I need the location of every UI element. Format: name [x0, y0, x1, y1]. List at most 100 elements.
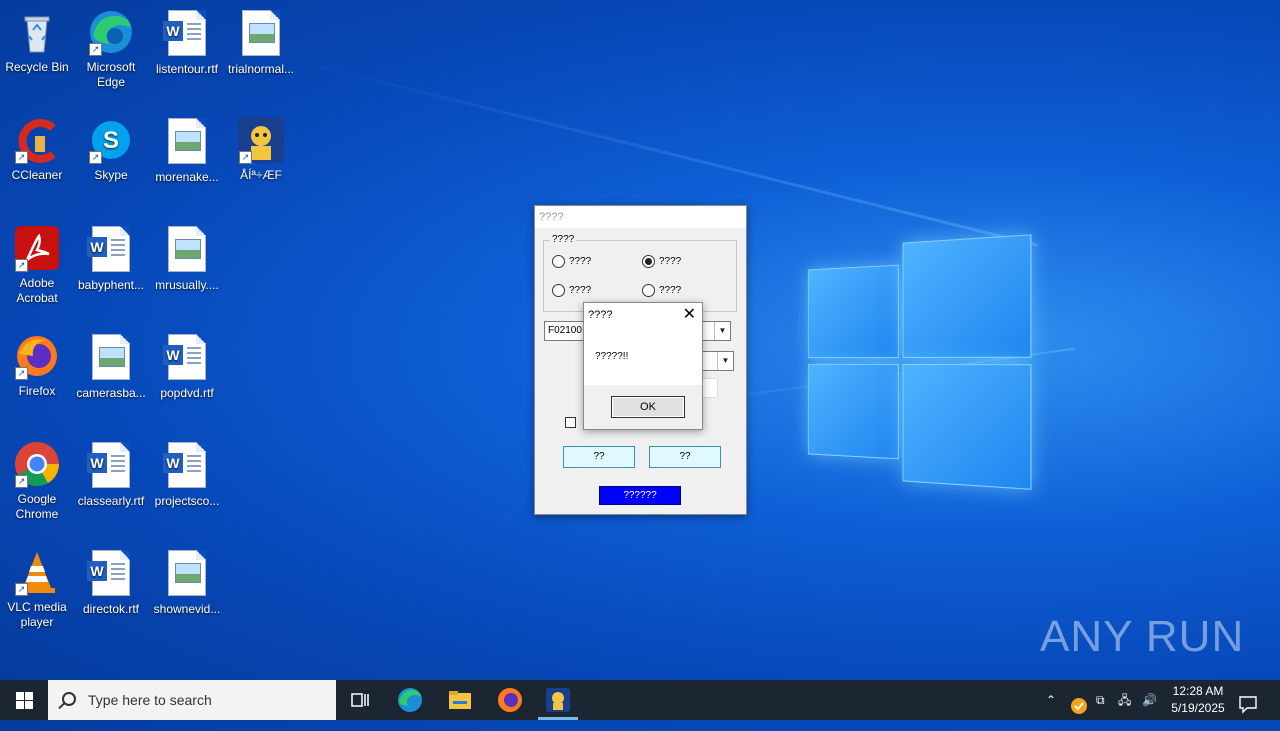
word-document-icon: W: [163, 442, 211, 490]
icon-label: trialnormal...: [227, 62, 295, 76]
edge-taskbar-icon[interactable]: [396, 686, 424, 714]
tray-device-icon[interactable]: ⧉: [1096, 680, 1105, 720]
image-file-icon: [163, 226, 211, 274]
icon-label: camerasba...: [76, 386, 146, 400]
windows-logo-wallpaper: [807, 234, 1032, 490]
clock-time: 12:28 AM: [1172, 684, 1224, 698]
shortcut-arrow-icon: ↗: [89, 43, 102, 56]
tray-overflow-icon[interactable]: ⌃: [1046, 680, 1056, 720]
shortcut-arrow-icon: ↗: [239, 151, 252, 164]
taskbar-clock[interactable]: 12:28 AM 5/19/2025: [1160, 683, 1236, 717]
radio-option-2[interactable]: ????: [642, 255, 681, 268]
volume-icon[interactable]: 🔊: [1142, 680, 1157, 720]
desktop-icon-microsoft-edge[interactable]: ↗ Microsoft Edge: [74, 8, 148, 90]
status-label: ??????: [599, 486, 681, 505]
image-file-icon: [237, 10, 285, 58]
group-label: ????: [550, 234, 577, 245]
icon-label: VLC media player: [7, 600, 67, 629]
radio-label: ????: [569, 285, 592, 296]
desktop-icon-projectsco[interactable]: W projectsco...: [150, 440, 224, 509]
taskbar: Type here to search ⌃ ⧉ 🖧 🔊 12:28 AM 5/1…: [0, 680, 1280, 720]
icon-label: Google Chrome: [15, 492, 59, 521]
windows-logo-icon: [16, 692, 24, 700]
icon-label: Skype: [94, 168, 128, 182]
tray-app-icon[interactable]: [1070, 691, 1088, 714]
icon-label: projectsco...: [154, 494, 220, 508]
radio-label: ????: [659, 285, 682, 296]
desktop-icon-mrusually[interactable]: mrusually....: [150, 224, 224, 293]
desktop-icon-listentour[interactable]: W listentour.rtf: [150, 8, 224, 77]
network-icon[interactable]: 🖧: [1118, 680, 1131, 720]
desktop-icon-directok[interactable]: W directok.rtf: [74, 548, 148, 617]
icon-label: popdvd.rtf: [160, 386, 214, 400]
desktop-icon-classearly[interactable]: W classearly.rtf: [74, 440, 148, 509]
desktop-icon-babyphent[interactable]: W babyphent...: [74, 224, 148, 293]
close-icon[interactable]: ✕: [683, 303, 696, 327]
radio-option-4[interactable]: ????: [642, 284, 681, 297]
word-document-icon: W: [87, 550, 135, 598]
icon-label: Firefox: [18, 384, 56, 398]
radio-option-3[interactable]: ????: [552, 284, 591, 297]
desktop-icon-ccleaner[interactable]: ↗ CCleaner: [0, 116, 74, 183]
icon-label: CCleaner: [11, 168, 63, 182]
desktop-icon-morenake[interactable]: morenake...: [150, 116, 224, 185]
icon-label: Adobe Acrobat: [16, 276, 58, 305]
word-document-icon: W: [87, 442, 135, 490]
desktop-icon-firefox[interactable]: ↗ Firefox: [0, 332, 74, 399]
shortcut-arrow-icon: ↗: [15, 367, 28, 380]
svg-text:S: S: [103, 127, 119, 154]
message-box-footer: OK: [584, 385, 702, 429]
message-text: ?????!!: [595, 351, 629, 362]
radio-label: ????: [659, 256, 682, 267]
dropdown-arrow-icon[interactable]: ▼: [717, 352, 733, 370]
radio-circle-checked-icon: [642, 255, 655, 268]
file-explorer-icon[interactable]: [446, 686, 474, 714]
desktop-icon-app-shortcut[interactable]: ↗ ÅÍª÷ÆF: [224, 116, 298, 183]
desktop-icon-shownevid[interactable]: shownevid...: [150, 548, 224, 617]
app-taskbar-icon[interactable]: [544, 686, 572, 714]
desktop-icon-google-chrome[interactable]: ↗ Google Chrome: [0, 440, 74, 522]
ccleaner-icon: ↗: [13, 116, 61, 164]
message-box[interactable]: ???? ✕ ?????!! OK: [583, 302, 703, 430]
combo-value: F02100: [548, 325, 582, 336]
desktop-icon-popdvd[interactable]: W popdvd.rtf: [150, 332, 224, 401]
firefox-taskbar-icon[interactable]: [496, 686, 524, 714]
ok-button[interactable]: OK: [611, 396, 685, 418]
icon-label: classearly.rtf: [77, 494, 145, 508]
checkbox[interactable]: [565, 417, 576, 428]
desktop-icon-adobe-acrobat[interactable]: ↗ Adobe Acrobat: [0, 224, 74, 306]
radio-option-1[interactable]: ????: [552, 255, 591, 268]
dialog-title: ????: [535, 206, 746, 228]
desktop-icon-camerasba[interactable]: camerasba...: [74, 332, 148, 401]
image-file-icon: [163, 550, 211, 598]
icon-label: directok.rtf: [82, 602, 139, 616]
desktop-icon-vlc[interactable]: ↗ VLC media player: [0, 548, 74, 630]
notifications-icon[interactable]: [1238, 690, 1258, 714]
icon-label: babyphent...: [77, 278, 145, 292]
shortcut-arrow-icon: ↗: [15, 583, 28, 596]
radio-circle-icon: [642, 284, 655, 297]
desktop-icon-skype[interactable]: S ↗ Skype: [74, 116, 148, 183]
action-button-2[interactable]: ??: [649, 446, 721, 468]
edge-icon: ↗: [87, 8, 135, 56]
search-placeholder: Type here to search: [88, 692, 212, 708]
desktop-icon-recycle-bin[interactable]: Recycle Bin: [0, 8, 74, 75]
radio-label: ????: [569, 256, 592, 267]
image-file-icon: [87, 334, 135, 382]
action-button-1[interactable]: ??: [563, 446, 635, 468]
skype-icon: S ↗: [87, 116, 135, 164]
icon-label: mrusually....: [155, 278, 219, 292]
search-icon: [62, 692, 76, 706]
start-button[interactable]: [0, 680, 48, 720]
desktop-icon-trialnormal[interactable]: trialnormal...: [224, 8, 298, 77]
task-view-icon[interactable]: [346, 686, 374, 714]
google-chrome-icon: ↗: [13, 440, 61, 488]
clock-date: 5/19/2025: [1171, 701, 1225, 715]
dropdown-arrow-icon[interactable]: ▼: [714, 322, 730, 340]
app-character-icon: ↗: [237, 116, 285, 164]
taskbar-search-box[interactable]: Type here to search: [48, 680, 336, 720]
firefox-icon: ↗: [13, 332, 61, 380]
radio-circle-icon: [552, 284, 565, 297]
shortcut-arrow-icon: ↗: [15, 151, 28, 164]
image-file-icon: [163, 118, 211, 166]
